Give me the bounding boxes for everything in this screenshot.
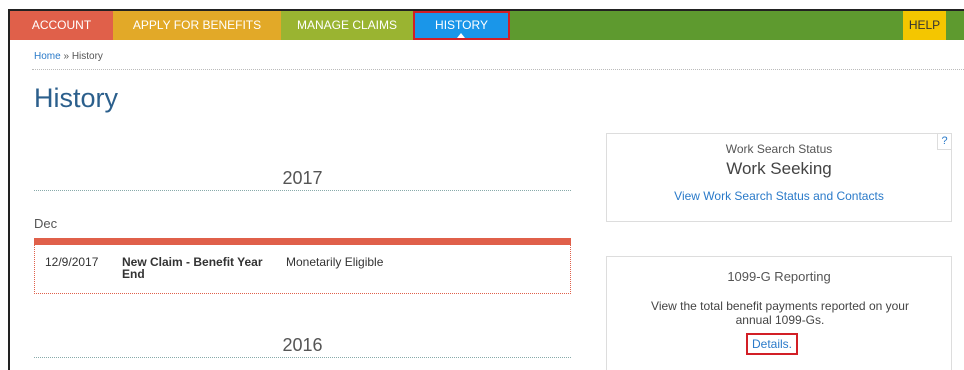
details-link[interactable]: Details. — [746, 333, 799, 355]
timeline-bar — [34, 238, 571, 245]
tab-account[interactable]: ACCOUNT — [10, 11, 113, 40]
work-search-status: Work Seeking — [726, 159, 832, 178]
entry-status: Monetarily Eligible — [286, 255, 384, 269]
breadcrumb: Home » History — [34, 51, 103, 62]
tab-history-label: HISTORY — [435, 18, 488, 32]
tab-help[interactable]: HELP — [903, 11, 946, 40]
work-search-title: Work Search Status — [725, 142, 833, 156]
app-frame: ACCOUNT APPLY FOR BENEFITS MANAGE CLAIMS… — [8, 9, 964, 370]
active-caret-icon — [457, 33, 465, 38]
month-heading: Dec — [34, 216, 58, 231]
entry-date: 12/9/2017 — [45, 255, 99, 269]
tab-manage-claims[interactable]: MANAGE CLAIMS — [281, 11, 413, 40]
year-heading-2016: 2016 — [282, 335, 323, 355]
year-divider — [34, 190, 571, 191]
breadcrumb-separator: » — [63, 51, 70, 62]
work-search-link[interactable]: View Work Search Status and Contacts — [607, 189, 951, 203]
year-divider — [34, 357, 571, 358]
reporting-1099g-description: View the total benefit payments reported… — [651, 299, 909, 327]
page-title: History — [34, 83, 119, 113]
entry-event: New Claim - Benefit Year End — [122, 255, 263, 281]
reporting-1099g-card: 1099-G Reporting View the total benefit … — [606, 256, 952, 370]
main-nav: ACCOUNT APPLY FOR BENEFITS MANAGE CLAIMS… — [10, 11, 964, 40]
work-search-card: ? Work Search Status Work Seeking View W… — [606, 133, 952, 222]
tab-history[interactable]: HISTORY — [413, 11, 510, 40]
breadcrumb-current: History — [71, 51, 103, 62]
tab-apply-for-benefits[interactable]: APPLY FOR BENEFITS — [113, 11, 281, 40]
year-heading-2017: 2017 — [282, 168, 323, 188]
breadcrumb-divider — [32, 69, 964, 70]
history-entry: 12/9/2017 New Claim - Benefit Year End M… — [34, 245, 571, 294]
reporting-1099g-title: 1099-G Reporting — [727, 269, 831, 284]
breadcrumb-home-link[interactable]: Home — [34, 51, 61, 62]
